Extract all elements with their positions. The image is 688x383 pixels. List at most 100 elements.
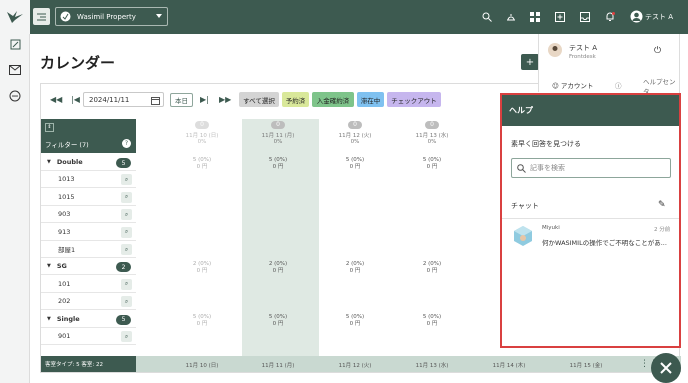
room-count-badge: 2 xyxy=(116,262,131,273)
column-rate: 0% xyxy=(197,139,207,145)
room-search-icon[interactable]: ⌕ xyxy=(121,226,132,238)
availability-cell[interactable]: 2 (0%) 0 円 xyxy=(243,261,313,275)
bell-desk-icon[interactable] xyxy=(504,10,518,24)
account-label: アカウント xyxy=(560,82,594,90)
footer-date: 11月 11 (月) xyxy=(261,363,295,369)
search-icon xyxy=(517,164,526,173)
filter-all-button[interactable]: すべて選択 xyxy=(239,92,279,107)
availability-cell[interactable]: 5 (0%) 0 円 xyxy=(243,157,313,171)
app-logo[interactable] xyxy=(0,0,30,34)
help-panel: ヘルプ 素早く回答を見つける 記事を検索 チャット ✎ Miyuki 2 分前 … xyxy=(500,93,681,348)
chat-label: チャット xyxy=(511,202,539,210)
column-header: 0 11月 13 (水) 0% xyxy=(397,121,467,145)
availability-cell[interactable]: 5 (0%) 0 円 xyxy=(397,314,467,328)
column-date: 11月 12 (火) xyxy=(338,133,372,139)
chat-bubble-icon[interactable] xyxy=(8,89,22,103)
footer-date: 11月 15 (金) xyxy=(569,363,603,369)
compose-icon[interactable]: ✎ xyxy=(658,200,666,210)
filter-label[interactable]: フィルター (7) xyxy=(45,139,89,149)
user-avatar-icon xyxy=(548,43,562,57)
help-icon[interactable]: ⓘ xyxy=(615,80,622,90)
room-search-icon[interactable]: ⌕ xyxy=(121,278,132,290)
count-badge: 0 xyxy=(348,121,362,129)
footer-date: 11月 12 (火) xyxy=(338,363,372,369)
search-icon[interactable] xyxy=(480,10,494,24)
count-badge: 0 xyxy=(271,121,285,129)
add-box-icon[interactable] xyxy=(553,10,567,24)
room-search-icon[interactable]: ⌕ xyxy=(121,209,132,221)
filter-checkout-button[interactable]: チェックアウト xyxy=(387,92,441,107)
availability-cell[interactable]: 2 (0%) 0 円 xyxy=(167,261,237,275)
room-search-icon[interactable]: ⌕ xyxy=(121,174,132,186)
column-header: 0 11月 11 (月) 0% xyxy=(243,121,313,145)
row-label: 部屋1 xyxy=(58,246,76,254)
footer-date: 11月 10 (日) xyxy=(185,363,219,369)
article-search-input[interactable]: 記事を検索 xyxy=(511,158,671,178)
add-button[interactable]: + xyxy=(521,54,539,70)
inbox-icon[interactable] xyxy=(578,10,592,24)
calendar-icon[interactable] xyxy=(151,96,160,105)
availability-cell[interactable]: 5 (0%) 0 円 xyxy=(167,157,237,171)
next-icon[interactable]: ▶| xyxy=(200,95,209,104)
row-label: Double xyxy=(56,158,83,166)
room-search-icon[interactable]: ⌕ xyxy=(121,191,132,203)
find-answers-label: 素早く回答を見つける xyxy=(511,140,581,148)
footer-date: 11月 13 (水) xyxy=(415,363,449,369)
avatar[interactable] xyxy=(629,9,643,23)
row-label: Single xyxy=(56,314,80,323)
collapse-icon[interactable]: ▼ xyxy=(47,159,51,165)
prev-icon[interactable]: |◀ xyxy=(71,95,80,104)
collapse-icon[interactable]: ▼ xyxy=(47,263,51,269)
availability-cell[interactable]: 2 (0%) 0 円 xyxy=(397,261,467,275)
message-time: 2 分前 xyxy=(654,227,671,233)
column-rate: 0% xyxy=(427,139,437,145)
column-rate: 0% xyxy=(350,139,360,145)
filter-staying-button[interactable]: 滞在中 xyxy=(357,92,384,107)
column-date: 11月 11 (月) xyxy=(261,133,295,139)
sidebar xyxy=(0,0,30,383)
mail-icon[interactable] xyxy=(8,63,22,77)
room-search-icon[interactable]: ⌕ xyxy=(121,244,132,255)
room-count-badge: 5 xyxy=(116,314,131,325)
date-value: 2024/11/11 xyxy=(89,95,130,104)
property-name: Wasimil Property xyxy=(77,12,136,21)
close-help-button[interactable] xyxy=(651,353,681,383)
collapse-icon[interactable]: ▼ xyxy=(47,316,51,322)
availability-cell[interactable]: 5 (0%) 0 円 xyxy=(397,157,467,171)
cube-avatar-icon xyxy=(514,226,532,246)
grid-icon[interactable] xyxy=(528,10,542,24)
chevron-down-icon xyxy=(156,14,162,18)
row-label: 202 xyxy=(58,297,71,306)
user-name[interactable]: テスト A xyxy=(645,12,673,22)
today-button[interactable]: 本日 xyxy=(170,93,193,107)
message-sender: Miyuki xyxy=(542,225,560,231)
filter-paid-button[interactable]: 入金確約済 xyxy=(312,92,354,107)
availability-cell[interactable]: 5 (0%) 0 円 xyxy=(243,314,313,328)
column-header: 0 11月 10 (日) 0% xyxy=(167,121,237,145)
column-rate: 0% xyxy=(273,139,283,145)
account-link[interactable]: ☺ アカウント xyxy=(552,80,593,90)
user-menu: テスト A Frontdesk ⏻ ☺ アカウント ⓘ ヘルプセンタ xyxy=(538,34,680,96)
availability-cell[interactable]: 5 (0%) 0 円 xyxy=(320,314,390,328)
logout-icon[interactable]: ⏻ xyxy=(654,46,661,56)
menu-toggle-button[interactable] xyxy=(33,8,50,25)
availability-cell[interactable]: 2 (0%) 0 円 xyxy=(320,261,390,275)
property-select[interactable]: Wasimil Property xyxy=(55,7,168,26)
availability-cell[interactable]: 5 (0%) 0 円 xyxy=(167,314,237,328)
footer-summary: 客室タイプ: 5 客室: 22 xyxy=(41,356,136,372)
help-title: ヘルプ xyxy=(502,95,679,126)
search-placeholder: 記事を検索 xyxy=(530,164,565,172)
last-page-icon[interactable]: ▶▶ xyxy=(219,95,231,104)
chat-message[interactable]: Miyuki 2 分前 何かWASIMILの操作でご不明なことがあ... xyxy=(502,219,679,253)
notification-bell-icon[interactable] xyxy=(603,10,617,24)
filter-reserved-button[interactable]: 予約済 xyxy=(282,92,309,107)
expand-icon[interactable]: ⇕ xyxy=(45,123,54,132)
room-search-icon[interactable]: ⌕ xyxy=(121,331,132,342)
date-input[interactable]: 2024/11/11 xyxy=(83,92,164,107)
room-search-icon[interactable]: ⌕ xyxy=(121,296,132,308)
first-page-icon[interactable]: ◀◀ xyxy=(50,95,62,104)
availability-cell[interactable]: 5 (0%) 0 円 xyxy=(320,157,390,171)
row-label: SG xyxy=(56,262,67,271)
edit-icon[interactable] xyxy=(8,37,22,51)
help-circle-icon[interactable]: ? xyxy=(122,139,131,148)
